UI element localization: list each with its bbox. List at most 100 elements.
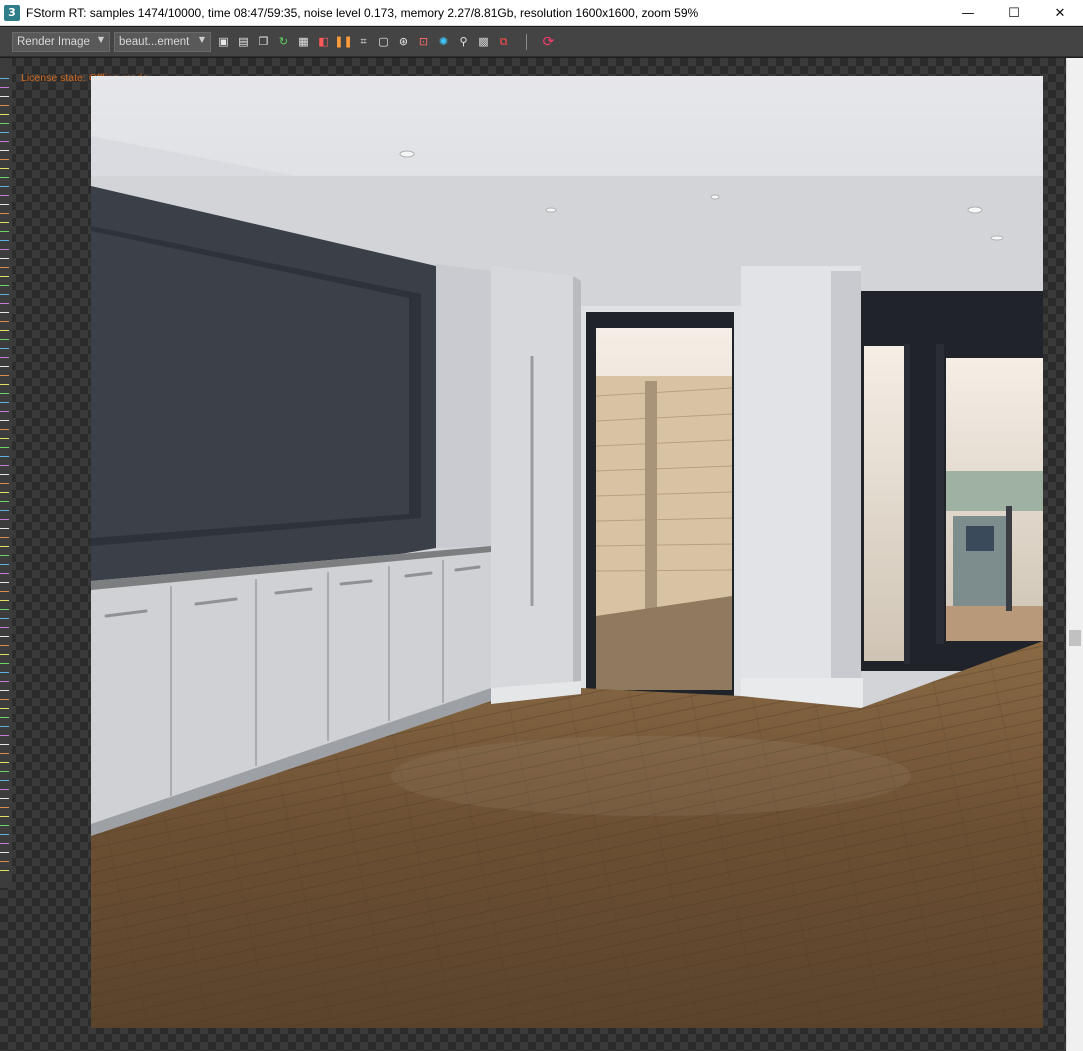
pause-button[interactable]: ❚❚ [334, 34, 353, 49]
viewport-line [0, 663, 9, 664]
viewport-line [0, 276, 9, 277]
viewport-line [0, 582, 9, 583]
viewport-line [0, 123, 9, 124]
maximize-button[interactable]: ☐ [991, 0, 1037, 26]
viewport-line [0, 870, 9, 871]
reload-button[interactable]: ⟳ [541, 33, 556, 50]
viewport-line [0, 411, 9, 412]
viewport-line [0, 771, 9, 772]
checker-button[interactable]: ▩ [476, 34, 491, 49]
viewport-line [0, 150, 9, 151]
viewport-line [0, 204, 9, 205]
viewport-line [0, 177, 9, 178]
viewport-line [0, 852, 9, 853]
viewport-line [0, 762, 9, 763]
viewport-line [0, 717, 9, 718]
viewport-line [0, 807, 9, 808]
viewport-line [0, 600, 9, 601]
viewport-line [0, 78, 9, 79]
viewport-line [0, 195, 9, 196]
pause-icon: ❚❚ [334, 35, 353, 48]
viewport-line [0, 591, 9, 592]
vertical-scrollbar[interactable] [1066, 58, 1083, 1051]
viewport-line [0, 339, 9, 340]
focus-button[interactable]: ⊡ [416, 34, 431, 49]
save-disk-button[interactable]: ▤ [236, 34, 251, 49]
viewport-line [0, 222, 9, 223]
scrollbar-thumb[interactable] [1069, 630, 1081, 646]
save-render-button[interactable]: ▣ [216, 34, 231, 49]
viewport-line [0, 690, 9, 691]
viewport-line [0, 861, 9, 862]
viewport-line [0, 816, 9, 817]
title-bar: 3 FStorm RT: samples 1474/10000, time 08… [0, 0, 1083, 26]
viewport-line [0, 555, 9, 556]
viewport-edge-strip [0, 58, 12, 888]
render-element-value: beaut...ement [119, 35, 190, 48]
rendered-image [91, 76, 1043, 1028]
crop-icon: ▢ [378, 35, 389, 48]
viewport-line [0, 96, 9, 97]
viewport-line [0, 528, 9, 529]
viewport-line [0, 285, 9, 286]
viewport-line [0, 834, 9, 835]
viewport-line [0, 330, 9, 331]
color-wheel-button[interactable]: ✺ [436, 34, 451, 49]
viewport-line [0, 609, 9, 610]
zoom-button[interactable]: ⚲ [456, 34, 471, 49]
viewport-line [0, 357, 9, 358]
viewport-line [0, 213, 9, 214]
crop-button[interactable]: ▢ [376, 34, 391, 49]
viewport-line [0, 501, 9, 502]
color-wheel-icon: ✺ [438, 35, 449, 48]
copy-icon: ❐ [258, 35, 269, 48]
color-correction-button[interactable]: ◧ [316, 34, 331, 49]
chevron-down-icon: ▼ [198, 34, 205, 44]
viewport-line [0, 537, 9, 538]
close-button[interactable]: ✕ [1037, 0, 1083, 26]
viewport-line [0, 267, 9, 268]
save-render-icon: ▣ [218, 35, 229, 48]
viewport-line [0, 645, 9, 646]
viewport-line [0, 303, 9, 304]
viewport-line [0, 735, 9, 736]
copy-button[interactable]: ❐ [256, 34, 271, 49]
remote-render-button[interactable]: ⧉ [496, 34, 511, 49]
viewport-line [0, 366, 9, 367]
viewport-line [0, 726, 9, 727]
viewport-line [0, 456, 9, 457]
viewport-line [0, 474, 9, 475]
viewport-line [0, 375, 9, 376]
viewport-line [0, 402, 9, 403]
toolbar-icon-group: ▣ ▤ ❐ ↻ ▦ ◧ ❚❚ ⌗ ▢ ⊛ ⊡ ✺ ⚲ ▩ ⧉ [216, 34, 516, 49]
viewport-line [0, 636, 9, 637]
viewport-line [0, 240, 9, 241]
viewport-line [0, 789, 9, 790]
render-element-dropdown[interactable]: beaut...ement ▼ [114, 31, 211, 52]
viewport-line [0, 312, 9, 313]
viewport-line [0, 258, 9, 259]
viewport-line [0, 348, 9, 349]
close-icon: ✕ [1054, 5, 1066, 21]
viewport-line [0, 519, 9, 520]
refresh-green-button[interactable]: ↻ [276, 34, 291, 49]
viewport-line [0, 510, 9, 511]
refresh-green-icon: ↻ [278, 35, 289, 48]
minimize-icon: — [961, 5, 975, 21]
viewport-line [0, 672, 9, 673]
region-button[interactable]: ⌗ [356, 34, 371, 49]
color-correction-icon: ◧ [318, 35, 329, 48]
render-mode-dropdown[interactable]: Render Image ▼ [12, 31, 110, 52]
minimize-button[interactable]: — [945, 0, 991, 26]
viewport-line [0, 843, 9, 844]
window-title: FStorm RT: samples 1474/10000, time 08:4… [26, 5, 699, 20]
clipboard-icon: ▦ [298, 35, 309, 48]
clipboard-button[interactable]: ▦ [296, 34, 311, 49]
save-disk-icon: ▤ [238, 35, 249, 48]
viewport-line [0, 744, 9, 745]
remote-render-icon: ⧉ [499, 34, 508, 48]
lens-button[interactable]: ⊛ [396, 34, 411, 49]
chevron-down-icon: ▼ [97, 34, 104, 44]
reload-icon: ⟳ [542, 33, 555, 50]
toolbar: Render Image ▼ beaut...ement ▼ ▣ ▤ ❐ ↻ ▦ ◧ ❚❚ ⌗… [0, 27, 1083, 57]
